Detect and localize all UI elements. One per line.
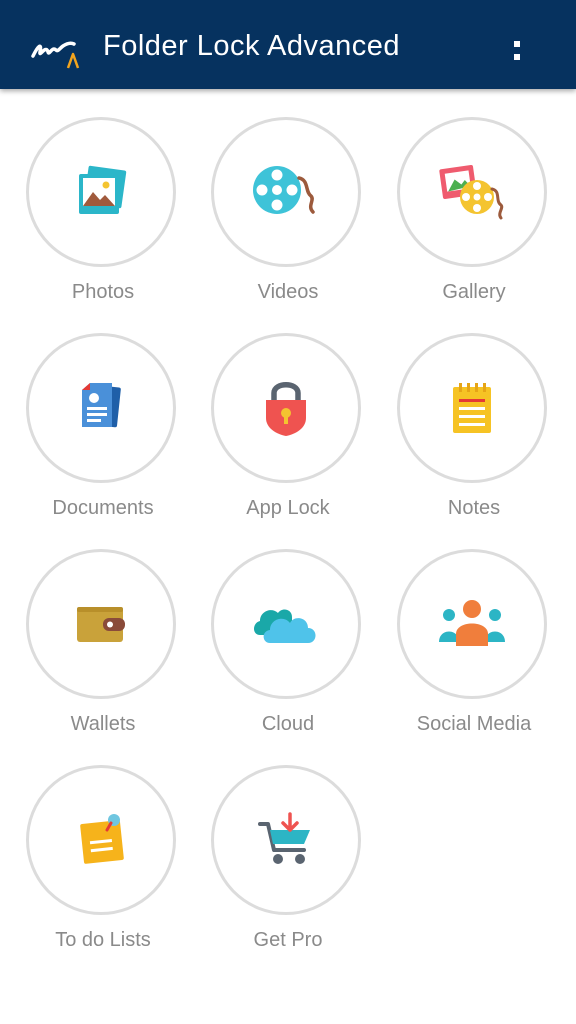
tile-circle — [211, 117, 361, 267]
tile-label: Cloud — [261, 713, 315, 735]
tile-label: To do Lists — [55, 929, 151, 951]
tile-to-do-lists[interactable]: To do Lists — [10, 765, 196, 965]
tile-get-pro[interactable]: Get Pro — [195, 765, 381, 965]
tile-circle — [211, 765, 361, 915]
photos-icon — [79, 165, 127, 214]
tile-label: Wallets — [70, 713, 136, 735]
tile-label: Documents — [52, 497, 154, 519]
tile-circle — [26, 549, 176, 699]
tile-label: Get Pro — [253, 929, 323, 951]
tile-videos[interactable]: Videos — [195, 117, 381, 317]
tile-label: Photos — [71, 281, 135, 303]
tile-documents[interactable]: Documents — [10, 333, 196, 533]
video-reel-icon — [253, 166, 315, 214]
tile-gallery[interactable]: Gallery — [381, 117, 567, 317]
tile-circle — [211, 333, 361, 483]
wallet-icon — [77, 607, 125, 642]
tile-label: Gallery — [442, 281, 506, 303]
tile-circle — [26, 765, 176, 915]
tile-circle — [211, 549, 361, 699]
tile-notes[interactable]: Notes — [381, 333, 567, 533]
documents-icon — [82, 383, 121, 428]
tile-circle — [397, 549, 547, 699]
shopping-cart-icon — [258, 812, 310, 864]
feature-grid: Photos Videos Gallery Documents App Lock… — [0, 0, 576, 1024]
people-group-icon — [439, 600, 505, 646]
cloud-icon — [254, 609, 316, 643]
tile-photos[interactable]: Photos — [10, 117, 196, 317]
tile-label: Videos — [257, 281, 319, 303]
tile-circle — [26, 117, 176, 267]
tile-label: App Lock — [246, 497, 330, 519]
tile-label: Notes — [447, 497, 501, 519]
tile-cloud[interactable]: Cloud — [195, 549, 381, 749]
tile-social-media[interactable]: Social Media — [381, 549, 567, 749]
sticky-note-icon — [80, 814, 124, 864]
tile-wallets[interactable]: Wallets — [10, 549, 196, 749]
padlock-icon — [266, 382, 306, 436]
tile-app-lock[interactable]: App Lock — [195, 333, 381, 533]
gallery-icon — [439, 165, 504, 220]
notepad-icon — [453, 383, 491, 433]
tile-circle — [397, 117, 547, 267]
tile-label: Social Media — [416, 713, 532, 735]
tile-circle — [397, 333, 547, 483]
tile-circle — [26, 333, 176, 483]
